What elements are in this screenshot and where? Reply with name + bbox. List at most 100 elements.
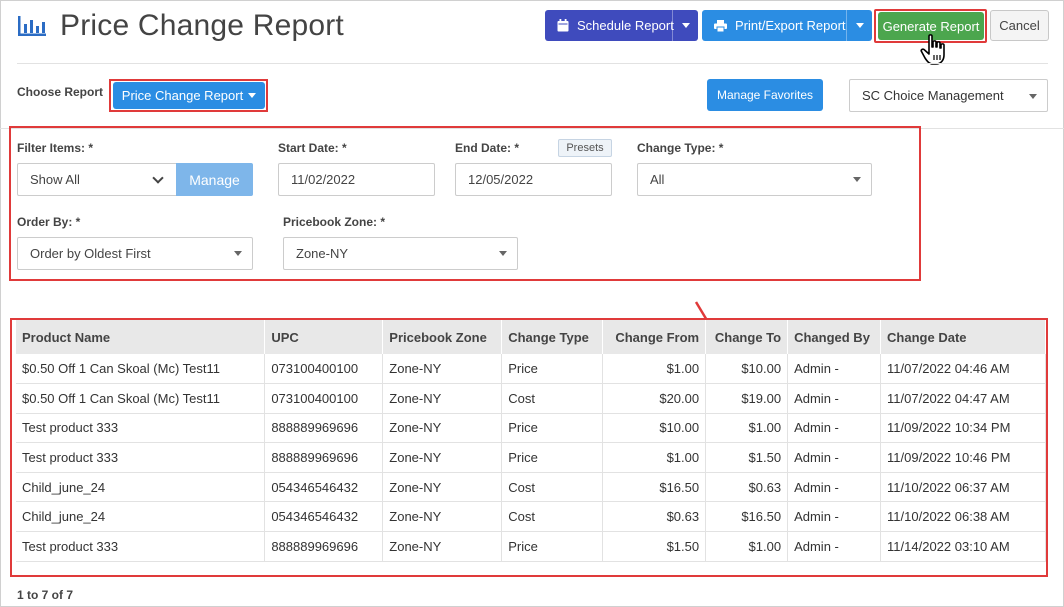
hand-cursor-icon — [920, 34, 945, 65]
table-cell: Zone-NY — [382, 531, 503, 562]
order-by-select[interactable]: Order by Oldest First — [17, 237, 253, 270]
table-row[interactable]: Child_june_24 054346546432 Zone-NY Cost $16.… — [16, 472, 1046, 503]
header-divider — [17, 63, 1048, 64]
table-header-row: Product Name UPC Pricebook Zone Change T… — [16, 320, 1046, 354]
table-cell: Admin - — [787, 472, 882, 503]
print-export-label: Print/Export Report — [735, 18, 846, 33]
print-dropdown-toggle[interactable] — [846, 10, 872, 41]
table-cell: 888889969696 — [264, 442, 384, 473]
table-row[interactable]: Test product 333 888889969696 Zone-NY Price… — [16, 531, 1046, 562]
table-cell: Zone-NY — [382, 354, 503, 385]
table-cell: $19.00 — [705, 383, 789, 414]
schedule-report-label: Schedule Report — [577, 18, 674, 33]
table-cell: $0.63 — [602, 501, 707, 533]
printer-icon — [714, 19, 727, 32]
column-header[interactable]: Change Date — [880, 320, 1046, 354]
chevron-down-icon — [855, 23, 864, 28]
column-header[interactable]: Pricebook Zone — [382, 320, 503, 354]
table-cell: $1.50 — [602, 531, 707, 562]
end-date-input[interactable]: 12/05/2022 — [455, 163, 612, 196]
table-cell: $10.00 — [602, 413, 707, 444]
table-cell: $0.63 — [705, 472, 789, 503]
pricebook-zone-label: Pricebook Zone: * — [283, 215, 386, 229]
start-date-value: 11/02/2022 — [291, 172, 356, 187]
table-cell: 11/10/2022 06:38 AM — [880, 501, 1046, 533]
presets-button[interactable]: Presets — [558, 139, 612, 157]
table-row[interactable]: Test product 333 888889969696 Zone-NY Price… — [16, 442, 1046, 473]
chevron-down-icon — [152, 172, 164, 184]
report-select-button[interactable]: Price Change Report — [113, 82, 265, 109]
filter-items-value: Show All — [30, 172, 80, 187]
table-cell: $1.00 — [705, 531, 789, 562]
change-type-select[interactable]: All — [637, 163, 872, 196]
table-cell: Child_june_24 — [16, 501, 266, 533]
filter-items-label: Filter Items: * — [17, 141, 94, 155]
table-row[interactable]: Child_june_24 054346546432 Zone-NY Cost $0.6… — [16, 501, 1046, 533]
table-cell: $10.00 — [705, 354, 789, 385]
table-row[interactable]: $0.50 Off 1 Can Skoal (Mc) Test11 0731004… — [16, 354, 1046, 385]
chevron-down-icon — [853, 177, 861, 182]
table-cell: Admin - — [787, 354, 882, 385]
table-cell: Cost — [501, 383, 604, 414]
manage-favorites-button[interactable]: Manage Favorites — [707, 79, 823, 111]
schedule-dropdown-toggle[interactable] — [672, 10, 698, 41]
table-cell: Admin - — [787, 442, 882, 473]
column-header[interactable]: Change From — [602, 320, 707, 354]
chevron-down-icon — [681, 23, 690, 28]
column-header[interactable]: Change Type — [501, 320, 604, 354]
column-header[interactable]: UPC — [264, 320, 384, 354]
table-cell: Admin - — [787, 531, 882, 562]
start-date-input[interactable]: 11/02/2022 — [278, 163, 435, 196]
schedule-report-button[interactable]: Schedule Report — [545, 10, 698, 41]
table-cell: Zone-NY — [382, 501, 503, 533]
table-cell: Admin - — [787, 383, 882, 414]
table-cell: Admin - — [787, 501, 882, 533]
end-date-value: 12/05/2022 — [468, 172, 534, 187]
table-cell: Test product 333 — [16, 442, 266, 473]
price-change-table: Product Name UPC Pricebook Zone Change T… — [16, 320, 1046, 562]
organization-select-value: SC Choice Management — [862, 88, 1004, 103]
column-header[interactable]: Change To — [705, 320, 789, 354]
table-cell: Child_june_24 — [16, 472, 266, 503]
table-cell: $1.50 — [705, 442, 789, 473]
chevron-down-icon — [1029, 94, 1037, 99]
table-cell: Zone-NY — [382, 383, 503, 414]
table-row[interactable]: $0.50 Off 1 Can Skoal (Mc) Test11 0731004… — [16, 383, 1046, 414]
table-cell: Price — [501, 354, 604, 385]
table-cell: 073100400100 — [264, 383, 384, 414]
table-cell: $0.50 Off 1 Can Skoal (Mc) Test11 — [16, 354, 266, 385]
order-by-value: Order by Oldest First — [30, 246, 151, 261]
chevron-down-icon — [499, 251, 507, 256]
table-cell: Zone-NY — [382, 472, 503, 503]
column-header[interactable]: Changed By — [787, 320, 882, 354]
table-cell: 073100400100 — [264, 354, 384, 385]
organization-select[interactable]: SC Choice Management — [849, 79, 1048, 112]
chevron-down-icon — [234, 251, 242, 256]
table-cell: 11/07/2022 04:47 AM — [880, 383, 1046, 414]
column-header[interactable]: Product Name — [16, 320, 266, 354]
filter-items-select[interactable]: Show All — [17, 163, 177, 196]
manage-filter-button[interactable]: Manage — [176, 163, 253, 196]
table-cell: 11/09/2022 10:34 PM — [880, 413, 1046, 444]
page-title: Price Change Report — [60, 9, 344, 42]
order-by-label: Order By: * — [17, 215, 81, 229]
table-cell: Cost — [501, 472, 604, 503]
table-cell: 11/07/2022 04:46 AM — [880, 354, 1046, 385]
cancel-button[interactable]: Cancel — [990, 10, 1049, 41]
table-cell: $20.00 — [602, 383, 707, 414]
pricebook-zone-select[interactable]: Zone-NY — [283, 237, 518, 270]
change-type-label: Change Type: * — [637, 141, 724, 155]
table-cell: 054346546432 — [264, 501, 384, 533]
table-cell: Test product 333 — [16, 413, 266, 444]
table-row[interactable]: Test product 333 888889969696 Zone-NY Price… — [16, 413, 1046, 444]
calendar-icon — [557, 19, 569, 32]
table-cell: $1.00 — [602, 442, 707, 473]
table-cell: $16.50 — [705, 501, 789, 533]
print-export-button[interactable]: Print/Export Report — [702, 10, 872, 41]
table-cell: 11/09/2022 10:46 PM — [880, 442, 1046, 473]
table-cell: Admin - — [787, 413, 882, 444]
start-date-label: Start Date: * — [278, 141, 347, 155]
table-cell: $0.50 Off 1 Can Skoal (Mc) Test11 — [16, 383, 266, 414]
table-cell: 888889969696 — [264, 531, 384, 562]
table-cell: $16.50 — [602, 472, 707, 503]
